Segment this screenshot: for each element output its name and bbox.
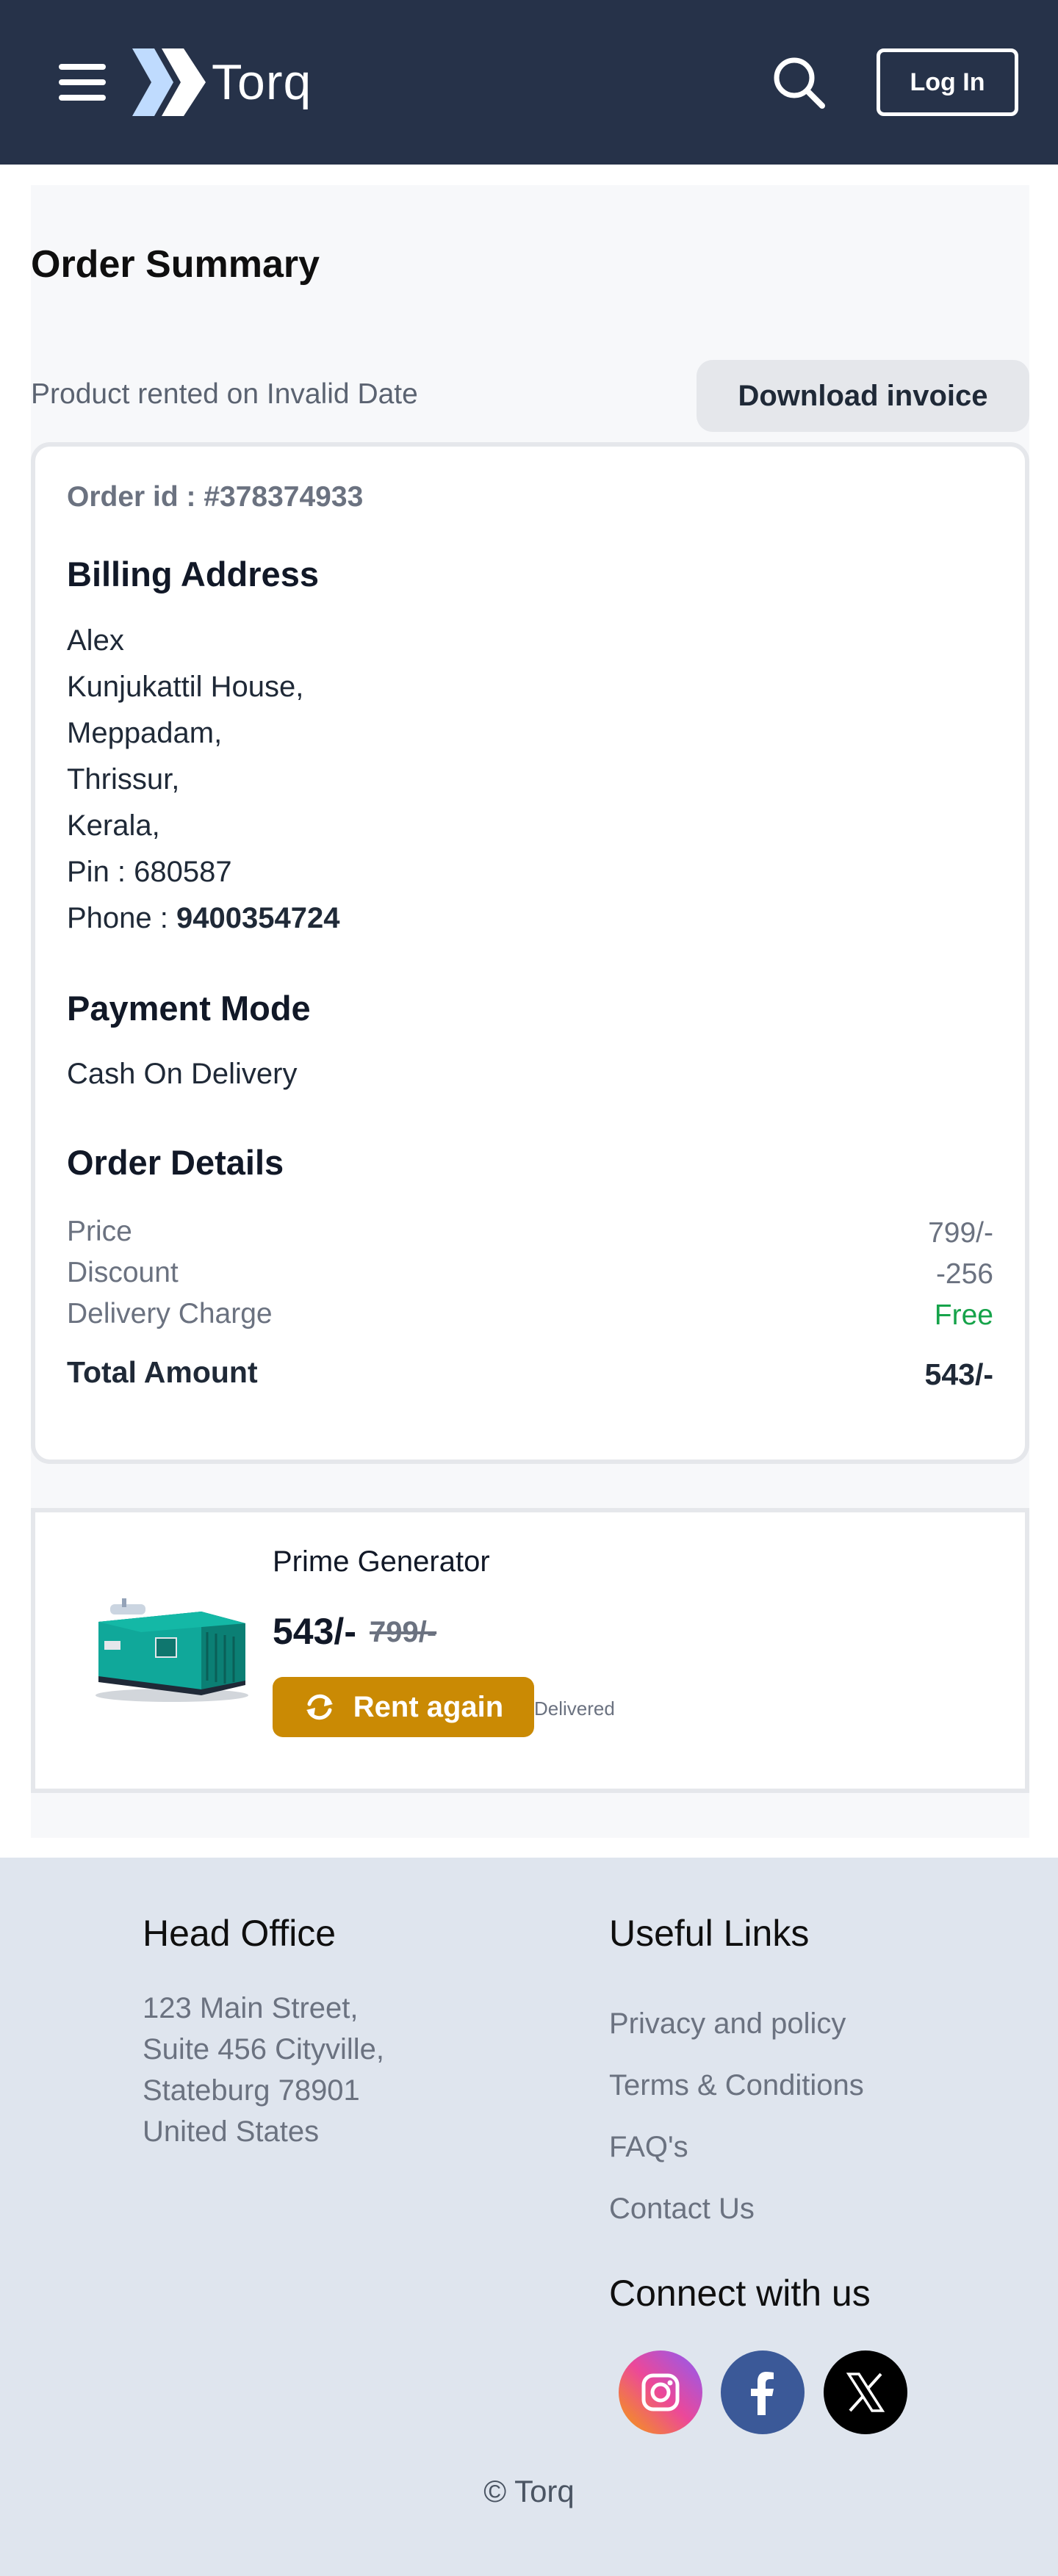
delivery-charge-label: Delivery Charge [67, 1298, 273, 1330]
instagram-icon[interactable] [619, 2350, 702, 2434]
billing-line-2: Meppadam, [67, 717, 223, 749]
faq-link[interactable]: FAQ's [609, 2131, 688, 2164]
discount-value: -256 [935, 1258, 993, 1290]
delivery-charge-value: Free [934, 1299, 993, 1331]
privacy-policy-link[interactable]: Privacy and policy [609, 2007, 846, 2041]
billing-address-title: Billing Address [67, 555, 319, 594]
billing-pin: Pin : 680587 [67, 856, 232, 888]
facebook-icon[interactable] [721, 2350, 805, 2434]
brand-name: Torq [212, 54, 312, 110]
head-office-title: Head Office [143, 1913, 337, 1954]
total-amount-value: 543/- [924, 1357, 993, 1391]
rent-again-label: Rent again [353, 1690, 504, 1723]
address-line-4: United States [143, 2115, 320, 2148]
delivery-status: Delivered [534, 1698, 615, 1720]
phone-label: Phone : [67, 902, 177, 934]
download-invoice-button[interactable]: Download invoice [697, 360, 1029, 432]
address-line-3: Stateburg 78901 [143, 2074, 360, 2107]
page-title: Order Summary [31, 243, 320, 286]
price-value: 799/- [928, 1217, 993, 1249]
generator-image[interactable] [90, 1594, 251, 1704]
product-name[interactable]: Prime Generator [273, 1545, 490, 1579]
order-details-title: Order Details [67, 1143, 284, 1182]
copyright-text: © Torq [483, 2474, 575, 2508]
rent-again-button[interactable]: Rent again [273, 1677, 534, 1737]
rented-date-text: Product rented on Invalid Date [31, 378, 418, 410]
connect-title: Connect with us [609, 2273, 871, 2314]
address-line-2: Suite 456 Cityville, [143, 2033, 385, 2066]
product-price: 543/- [273, 1611, 356, 1652]
search-icon[interactable] [769, 53, 828, 112]
useful-links-title: Useful Links [609, 1913, 810, 1954]
top-navbar: Torq Log In [0, 0, 1058, 165]
payment-mode-value: Cash On Delivery [67, 1058, 298, 1090]
footer [0, 1858, 1058, 2576]
billing-line-1: Kunjukattil House, [67, 671, 304, 703]
torq-logo-icon [132, 48, 206, 116]
total-amount-label: Total Amount [67, 1355, 258, 1389]
contact-us-link[interactable]: Contact Us [609, 2193, 755, 2226]
billing-phone: Phone : 9400354724 [67, 902, 339, 935]
address-line-1: 123 Main Street, [143, 1992, 359, 2024]
login-button[interactable]: Log In [877, 48, 1018, 116]
product-old-price: 799/- [370, 1616, 437, 1648]
brand-logo[interactable]: Torq [132, 48, 312, 116]
x-icon[interactable] [824, 2350, 907, 2434]
terms-conditions-link[interactable]: Terms & Conditions [609, 2069, 864, 2102]
hamburger-icon[interactable] [59, 64, 106, 101]
phone-number: 9400354724 [176, 902, 340, 934]
discount-label: Discount [67, 1257, 179, 1288]
refresh-icon [306, 1694, 333, 1720]
order-id: Order id : #378374933 [67, 481, 364, 513]
payment-mode-title: Payment Mode [67, 989, 311, 1028]
billing-line-3: Thrissur, [67, 763, 180, 795]
billing-line-4: Kerala, [67, 809, 160, 842]
price-label: Price [67, 1216, 132, 1247]
billing-name: Alex [67, 624, 124, 657]
